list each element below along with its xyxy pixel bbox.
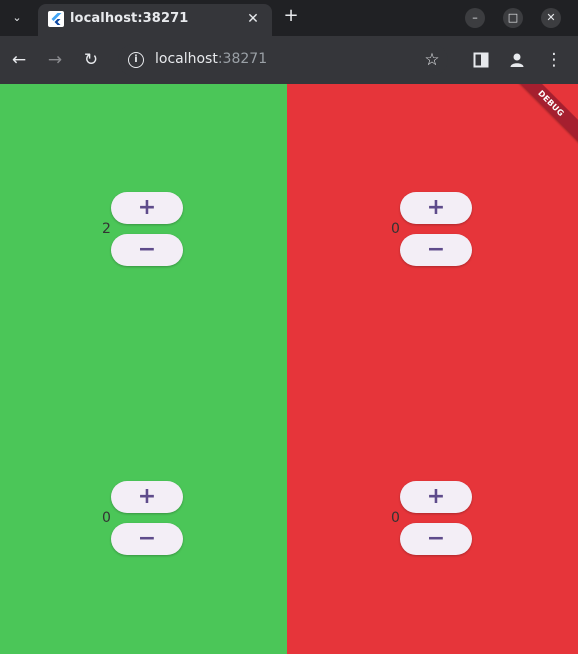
- maximize-icon[interactable]: □: [503, 8, 523, 28]
- left-panel: [0, 84, 287, 654]
- flutter-app: + − 2 + − 0 + − 0 + − 0 DEBUG: [0, 84, 578, 654]
- right-panel: [287, 84, 578, 654]
- url-text[interactable]: localhost:38271: [155, 51, 267, 67]
- increment-button[interactable]: +: [111, 192, 183, 224]
- tab-title: localhost:38271: [70, 11, 189, 26]
- decrement-button[interactable]: −: [400, 234, 472, 266]
- flutter-logo-icon: [48, 11, 64, 27]
- window-close-icon[interactable]: ✕: [541, 8, 561, 28]
- chevron-down-icon[interactable]: ⌄: [6, 7, 28, 29]
- minimize-icon[interactable]: –: [465, 8, 485, 28]
- address-bar[interactable]: i localhost:38271: [118, 44, 448, 76]
- counter-value: 0: [391, 221, 400, 237]
- decrement-button[interactable]: −: [400, 523, 472, 555]
- counter-value: 0: [102, 510, 111, 526]
- browser-tabstrip: ⌄ localhost:38271 ✕ + – □ ✕: [0, 0, 578, 36]
- info-icon[interactable]: i: [128, 52, 144, 68]
- decrement-button[interactable]: −: [111, 234, 183, 266]
- profile-icon[interactable]: [508, 51, 526, 69]
- browser-tab[interactable]: localhost:38271 ✕: [38, 4, 272, 36]
- side-panel-icon[interactable]: [472, 51, 490, 69]
- arrow-left-icon[interactable]: ←: [8, 49, 30, 71]
- plus-icon[interactable]: +: [281, 6, 301, 26]
- browser-toolbar: ← → ↻ i localhost:38271 ☆ ⋮: [0, 36, 578, 84]
- more-vert-icon[interactable]: ⋮: [543, 49, 565, 71]
- arrow-right-icon[interactable]: →: [44, 49, 66, 71]
- close-icon[interactable]: ✕: [244, 10, 262, 28]
- decrement-button[interactable]: −: [111, 523, 183, 555]
- counter-value: 2: [102, 221, 111, 237]
- star-icon[interactable]: ☆: [421, 49, 443, 71]
- counter-value: 0: [391, 510, 400, 526]
- increment-button[interactable]: +: [400, 192, 472, 224]
- reload-icon[interactable]: ↻: [80, 49, 102, 71]
- increment-button[interactable]: +: [111, 481, 183, 513]
- increment-button[interactable]: +: [400, 481, 472, 513]
